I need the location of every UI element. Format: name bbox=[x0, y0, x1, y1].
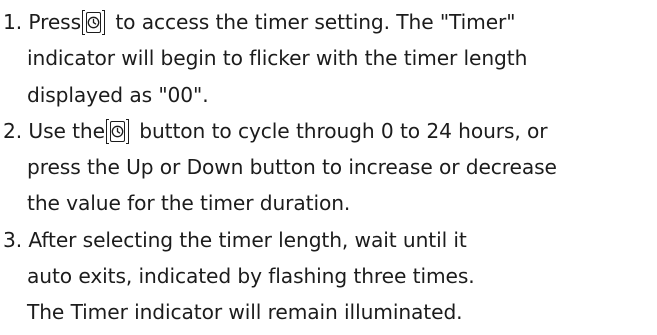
step-2-text-before-icon: Use the bbox=[28, 118, 105, 143]
step-3-line-1: 3. After selecting the timer length, wai… bbox=[0, 222, 657, 258]
timer-button-icon bbox=[82, 10, 106, 35]
timer-button-icon bbox=[105, 118, 129, 144]
step-2-line-2: press the Up or Down button to increase … bbox=[27, 155, 557, 180]
step-3-text: After selecting the timer length, wait u… bbox=[28, 227, 467, 252]
step-1-text-before-icon: Press bbox=[28, 10, 82, 34]
step-3-line-2: auto exits, indicated by flashing three … bbox=[27, 264, 475, 289]
step-3-line-3: The Timer indicator will remain illumina… bbox=[27, 300, 463, 325]
step-2-text-after-icon: button to cycle through 0 to 24 hours, o… bbox=[132, 118, 548, 143]
step-3-number: 3. bbox=[3, 227, 23, 252]
step-1: 1. Press to access the timer setting. Th… bbox=[0, 4, 657, 113]
step-1-line-1: 1. Press to access the timer setting. Th… bbox=[0, 4, 657, 40]
step-2-number: 2. bbox=[3, 118, 23, 143]
step-1-line-3: displayed as "00". bbox=[27, 82, 209, 107]
step-1-number: 1. bbox=[3, 10, 23, 34]
instructions-page: 1. Press to access the timer setting. Th… bbox=[0, 0, 657, 335]
step-3: 3. After selecting the timer length, wai… bbox=[0, 222, 657, 331]
step-2: 2. Use the button to cycle through 0 to … bbox=[0, 113, 657, 222]
step-2-line-1: 2. Use the button to cycle through 0 to … bbox=[0, 113, 657, 149]
timer-instructions-list: 1. Press to access the timer setting. Th… bbox=[0, 4, 657, 331]
step-1-line-2: indicator will begin to flicker with the… bbox=[27, 46, 528, 71]
step-1-text-after-icon: to access the timer setting. The "Timer" bbox=[109, 10, 516, 34]
step-2-line-3: the value for the timer duration. bbox=[27, 191, 351, 216]
